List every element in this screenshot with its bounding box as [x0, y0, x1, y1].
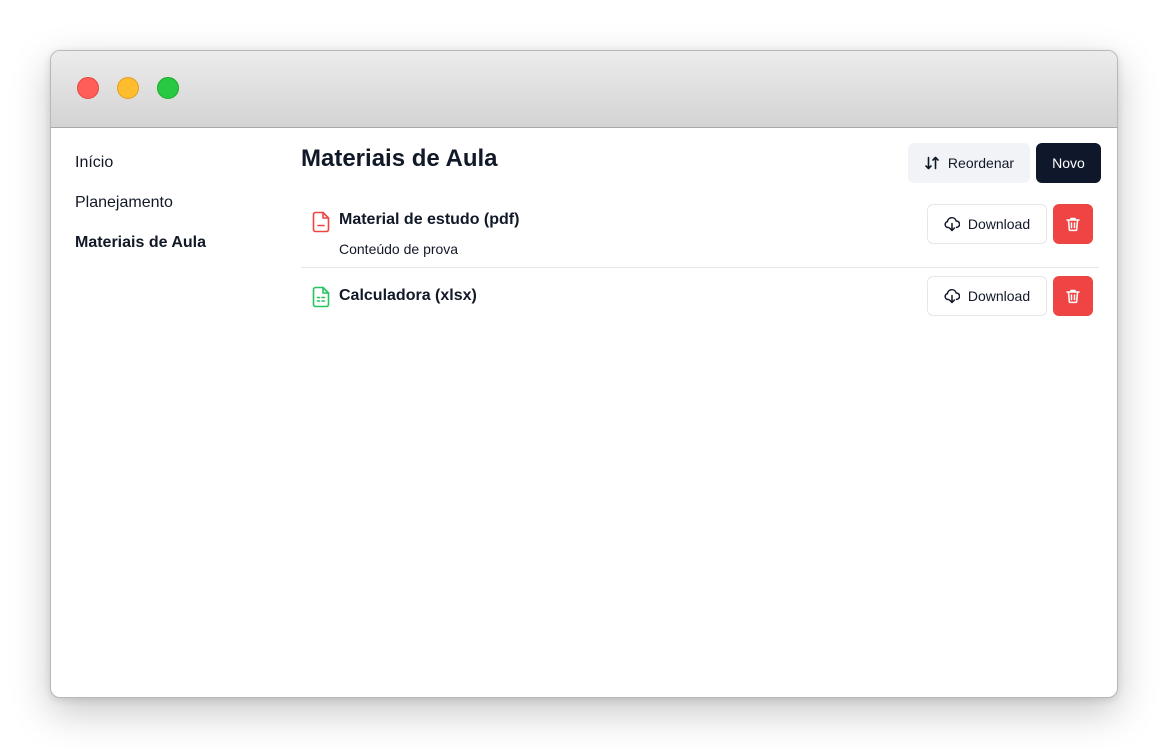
trash-icon [1065, 288, 1081, 304]
title-bar [51, 51, 1117, 128]
item-subtitle: Conteúdo de prova [339, 241, 459, 257]
sidebar-item-planejamento[interactable]: Planejamento [75, 191, 275, 231]
materials-list: Material de estudo (pdf) Conteúdo de pro… [301, 201, 1099, 330]
download-label: Download [967, 288, 1031, 304]
file-spreadsheet-icon [311, 286, 331, 308]
zoom-window-button[interactable] [157, 77, 179, 99]
delete-button[interactable] [1053, 276, 1093, 316]
list-item: Material de estudo (pdf) Conteúdo de pro… [301, 201, 1099, 268]
sidebar-item-inicio[interactable]: Início [75, 151, 275, 191]
trash-icon [1065, 216, 1081, 232]
close-window-button[interactable] [77, 77, 99, 99]
new-button[interactable]: Novo [1036, 143, 1101, 183]
page-title: Materiais de Aula [301, 145, 498, 172]
sort-arrows-icon [924, 155, 940, 171]
download-button[interactable]: Download [927, 276, 1047, 316]
list-item: Calculadora (xlsx) Download [301, 268, 1099, 330]
item-title: Material de estudo (pdf) [339, 211, 520, 228]
reorder-button[interactable]: Reordenar [908, 143, 1030, 183]
cloud-download-icon [944, 216, 960, 232]
delete-button[interactable] [1053, 204, 1093, 244]
download-button[interactable]: Download [927, 204, 1047, 244]
reorder-label: Reordenar [947, 155, 1015, 171]
cloud-download-icon [944, 288, 960, 304]
item-title: Calculadora (xlsx) [339, 287, 477, 304]
file-pdf-icon [311, 211, 331, 233]
download-label: Download [967, 216, 1031, 232]
app-window: Início Planejamento Materiais de Aula Ma… [50, 50, 1118, 698]
minimize-window-button[interactable] [117, 77, 139, 99]
sidebar: Início Planejamento Materiais de Aula [75, 151, 275, 271]
sidebar-item-materiais-de-aula[interactable]: Materiais de Aula [75, 231, 275, 271]
